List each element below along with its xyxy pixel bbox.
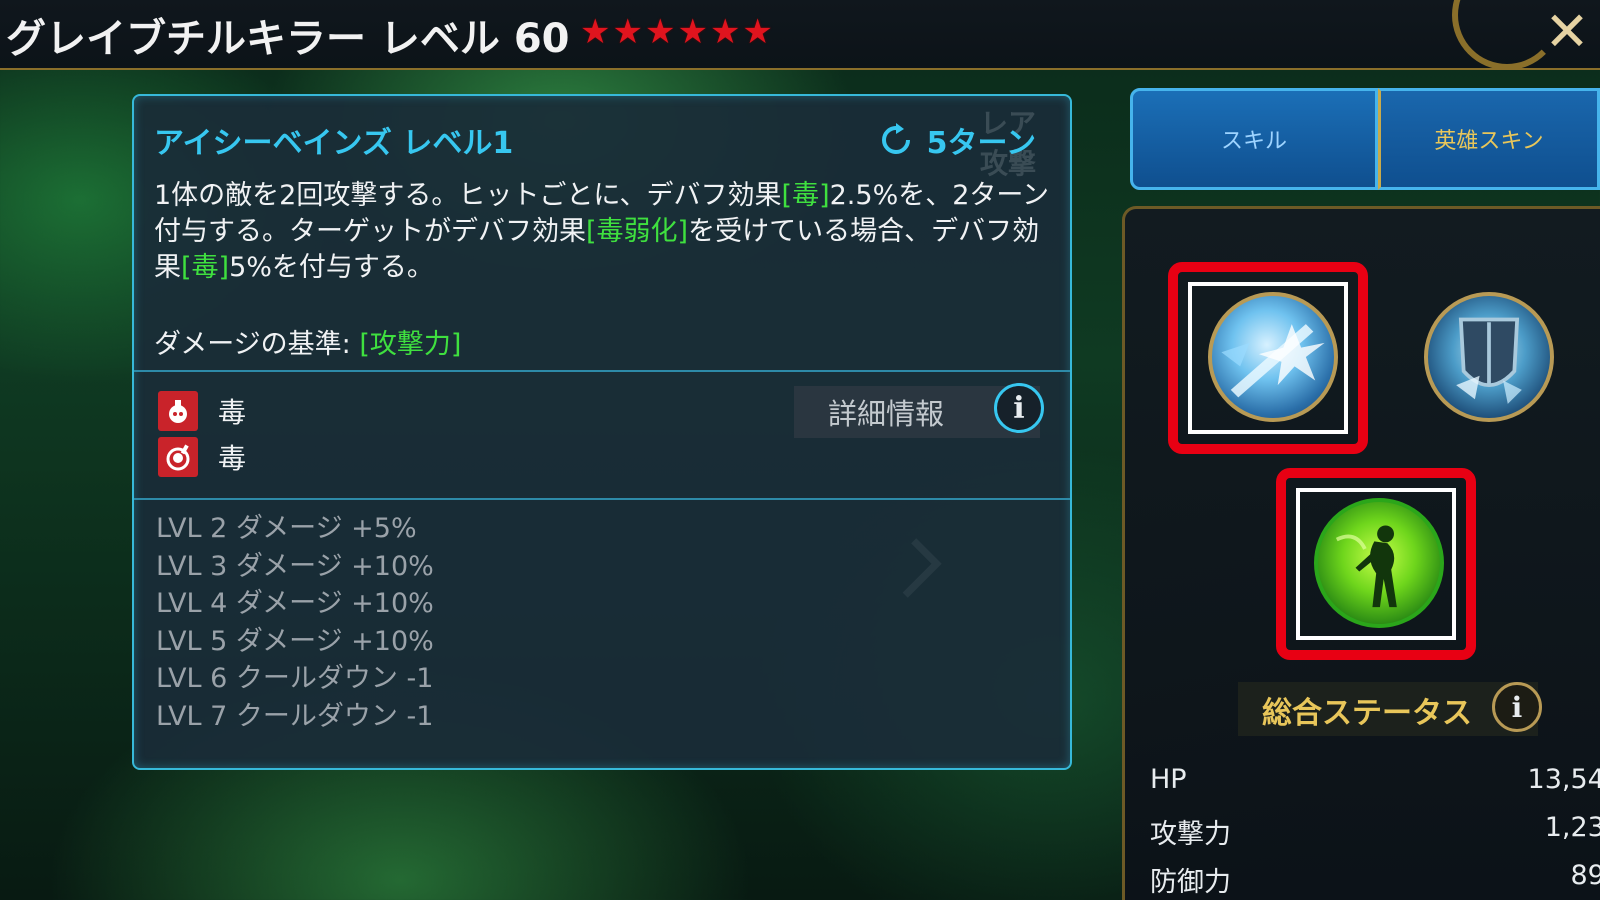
level-bonus: LVL 7 クールダウン -1 (156, 700, 434, 732)
ice-shield-skill-icon[interactable] (1424, 292, 1554, 422)
effect-row: 毒 (158, 388, 246, 434)
hero-title: グレイブチルキラー レベル 60 (6, 16, 570, 62)
star-icon: ★ (677, 12, 708, 52)
effects-list: 毒 毒 (158, 388, 246, 480)
damage-basis-label: ダメージの基準: (154, 329, 360, 360)
stat-value: 13,545 (1527, 764, 1600, 795)
top-bar: グレイブチルキラー レベル 60 ★ ★ ★ ★ ★ ★ ✕ (0, 0, 1600, 70)
stat-row-attack: 攻撃力 1,233 (1150, 812, 1600, 856)
chevron-right-icon (882, 538, 942, 598)
stat-value: 892 (1570, 860, 1600, 891)
divider (134, 498, 1070, 500)
stats-title: 総合ステータス (1262, 696, 1472, 731)
stat-label: 攻撃力 (1150, 819, 1231, 850)
keyword-poison: [毒] (181, 252, 230, 283)
skill-detail-panel: レア 攻撃 アイシーベインズ レベル1 5ターン 1体の敵を2回攻撃する。ヒット… (132, 94, 1072, 770)
star-icon: ★ (709, 12, 741, 52)
effect-label: 毒 (218, 442, 247, 475)
level-bonus: LVL 4 ダメージ +10% (156, 588, 434, 619)
star-icon: ★ (580, 12, 611, 52)
icy-blade-skill-icon[interactable] (1208, 292, 1338, 422)
level-bonus: LVL 3 ダメージ +10% (156, 550, 434, 582)
stat-row-defense: 防御力 892 (1150, 860, 1600, 900)
cooldown-indicator: 5ターン (879, 118, 1036, 162)
stat-row-hp: HP 13,545 (1150, 764, 1600, 808)
info-icon[interactable]: i (1492, 682, 1542, 732)
stat-label: HP (1150, 764, 1187, 795)
level-bonus: LVL 6 クールダウン -1 (156, 663, 434, 694)
refresh-icon (881, 123, 910, 154)
close-button[interactable]: ✕ (1540, 0, 1594, 63)
stat-value: 1,233 (1544, 812, 1600, 843)
star-icon: ★ (644, 12, 676, 52)
tab-skills[interactable]: スキル (1130, 88, 1378, 190)
tab-bar: スキル 英雄スキン (1130, 88, 1600, 190)
keyword-poison: [毒] (781, 180, 830, 211)
effect-row: 毒 (158, 434, 246, 480)
effect-label: 毒 (218, 396, 247, 429)
level-bonus: LVL 5 ダメージ +10% (156, 625, 434, 657)
poison-skull-icon (158, 437, 198, 477)
star-rating: ★ ★ ★ ★ ★ ★ (580, 10, 773, 54)
poison-flask-icon (158, 391, 198, 431)
poison-zombie-skill-icon[interactable] (1314, 498, 1444, 628)
description-text: 1体の敵を2回攻撃する。ヒットごとに、デバフ効果 (154, 180, 782, 211)
cooldown-text: 5ターン (926, 126, 1036, 161)
divider (134, 370, 1070, 372)
skill-description: 1体の敵を2回攻撃する。ヒットごとに、デバフ効果[毒]2.5%を、2ターン付与す… (154, 178, 1054, 286)
damage-basis-value: [攻撃力] (359, 329, 462, 360)
level-bonus-list: LVL 2 ダメージ +5% LVL 3 ダメージ +10% LVL 4 ダメー… (156, 510, 434, 735)
info-icon[interactable]: i (994, 383, 1044, 433)
star-icon: ★ (612, 12, 643, 52)
description-text: 5%を付与する。 (229, 252, 434, 283)
level-bonus: LVL 2 ダメージ +5% (156, 513, 417, 544)
tab-hero-skins[interactable]: 英雄スキン (1378, 88, 1600, 190)
stat-label: 防御力 (1150, 867, 1231, 898)
damage-basis: ダメージの基準: [攻撃力] (154, 322, 461, 361)
skill-name: アイシーベインズ レベル1 (154, 126, 514, 161)
keyword-poison-sensitivity: [毒弱化] (586, 216, 689, 247)
star-icon: ★ (742, 12, 773, 52)
